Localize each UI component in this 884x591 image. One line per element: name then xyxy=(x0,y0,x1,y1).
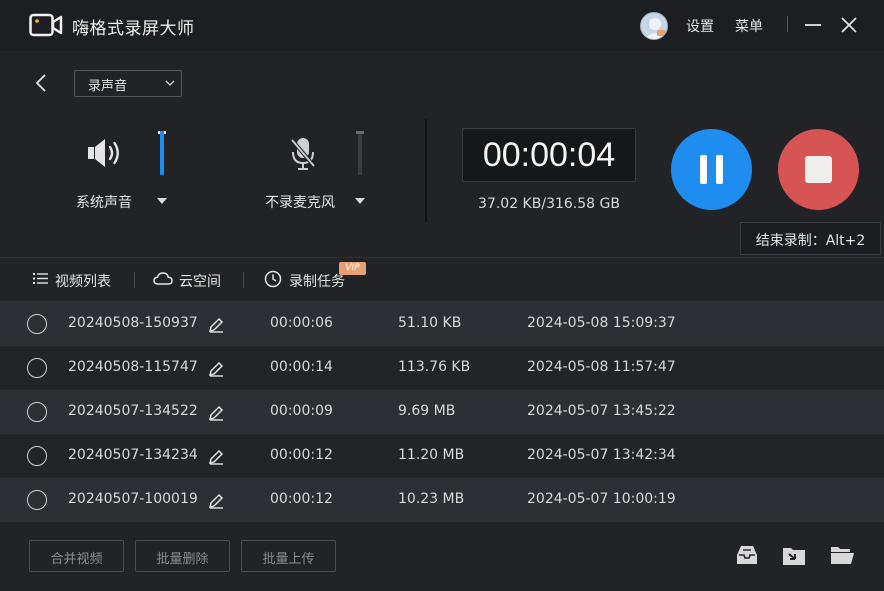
pause-icon-bar-right xyxy=(716,155,723,184)
tab-cloud-space[interactable]: 云空间 xyxy=(153,270,228,290)
speaker-icon[interactable] xyxy=(86,136,126,170)
recording-date: 2024-05-08 11:57:47 xyxy=(527,359,676,375)
edit-pen-icon[interactable] xyxy=(208,405,224,421)
recording-date: 2024-05-08 15:09:37 xyxy=(527,315,676,331)
recording-name: 20240508-115747 xyxy=(68,359,198,375)
recording-size: 113.76 KB xyxy=(398,359,471,375)
close-icon[interactable] xyxy=(838,14,860,36)
title-separator xyxy=(787,16,788,32)
mic-dropdown-icon[interactable] xyxy=(355,198,365,204)
recording-duration: 00:00:06 xyxy=(270,315,333,331)
tab-video-list-label: 视频列表 xyxy=(55,274,111,290)
timer-value: 00:00:04 xyxy=(482,136,616,174)
merge-video-label: 合并视频 xyxy=(50,552,103,567)
minimize-icon[interactable] xyxy=(802,14,824,36)
edit-pen-icon[interactable] xyxy=(208,493,224,509)
batch-delete-button[interactable]: 批量删除 xyxy=(135,540,230,572)
recording-duration: 00:00:14 xyxy=(270,359,333,375)
table-row[interactable]: 20240507-100019 00:00:12 10.23 MB 2024-0… xyxy=(0,478,884,522)
pause-icon-bar-left xyxy=(700,155,707,184)
recording-name: 20240507-100019 xyxy=(68,491,198,507)
row-checkbox[interactable] xyxy=(27,314,47,334)
system-audio-level-fill xyxy=(160,131,164,175)
app-title: 嗨格式录屏大师 xyxy=(72,19,195,39)
chevron-left-icon[interactable] xyxy=(32,72,50,94)
stop-icon xyxy=(805,156,832,183)
timer-display: 00:00:04 xyxy=(462,128,636,182)
tab-separator xyxy=(243,272,244,288)
mic-level-meter xyxy=(356,131,364,175)
video-camera-icon xyxy=(29,13,63,37)
recording-size: 51.10 KB xyxy=(398,315,462,331)
folder-open-icon[interactable] xyxy=(829,542,855,568)
list-icon xyxy=(33,273,48,284)
cloud-icon xyxy=(153,272,173,285)
table-row[interactable]: 20240508-115747 00:00:14 113.76 KB 2024-… xyxy=(0,346,884,390)
system-audio-level-meter xyxy=(158,131,166,175)
tab-bar: 视频列表 云空间 录制任务 VIP xyxy=(0,257,884,302)
menu-link[interactable]: 菜单 xyxy=(735,16,763,36)
avatar[interactable] xyxy=(640,12,668,40)
recording-duration: 00:00:12 xyxy=(270,491,333,507)
system-audio-label: 系统声音 xyxy=(76,195,132,211)
tab-cloud-space-label: 云空间 xyxy=(179,274,221,290)
stop-tooltip-text: 结束录制：Alt+2 xyxy=(755,233,866,249)
edit-pen-icon[interactable] xyxy=(208,361,224,377)
row-checkbox[interactable] xyxy=(27,490,47,510)
system-audio-dropdown-icon[interactable] xyxy=(157,198,167,204)
stop-button[interactable] xyxy=(778,129,859,210)
row-checkbox[interactable] xyxy=(27,402,47,422)
record-mode-select[interactable]: 录声音 xyxy=(74,70,182,97)
inbox-icon[interactable] xyxy=(734,542,760,568)
tab-separator xyxy=(134,272,135,288)
recording-name: 20240507-134522 xyxy=(68,403,198,419)
chevron-down-icon xyxy=(165,80,175,86)
edit-pen-icon[interactable] xyxy=(208,317,224,333)
recording-name: 20240508-150937 xyxy=(68,315,198,331)
record-mode-value: 录声音 xyxy=(88,79,128,94)
vip-badge: VIP xyxy=(339,262,366,275)
row-checkbox[interactable] xyxy=(27,446,47,466)
batch-delete-label: 批量删除 xyxy=(156,552,209,567)
recording-duration: 00:00:09 xyxy=(270,403,333,419)
stop-tooltip: 结束录制：Alt+2 xyxy=(740,222,881,255)
import-icon[interactable] xyxy=(781,542,807,568)
recording-size: 10.23 MB xyxy=(398,491,465,507)
title-bar: 嗨格式录屏大师 设置 菜单 xyxy=(0,0,884,51)
batch-upload-label: 批量上传 xyxy=(262,552,315,567)
recording-size: 9.69 MB xyxy=(398,403,456,419)
recording-name: 20240507-134234 xyxy=(68,447,198,463)
recording-date: 2024-05-07 10:00:19 xyxy=(527,491,676,507)
recording-size: 11.20 MB xyxy=(398,447,465,463)
clock-icon xyxy=(264,270,282,288)
pause-button[interactable] xyxy=(671,129,752,210)
footer-toolbar: 合并视频 批量删除 批量上传 xyxy=(0,522,884,591)
panel-divider xyxy=(425,119,427,222)
batch-upload-button[interactable]: 批量上传 xyxy=(241,540,336,572)
edit-pen-icon[interactable] xyxy=(208,449,224,465)
file-size-readout: 37.02 KB/316.58 GB xyxy=(478,196,620,212)
tab-record-task-label: 录制任务 xyxy=(289,274,345,290)
mic-off-icon[interactable] xyxy=(289,136,317,172)
table-row[interactable]: 20240508-150937 00:00:06 51.10 KB 2024-0… xyxy=(0,302,884,346)
tab-video-list[interactable]: 视频列表 xyxy=(33,270,123,290)
merge-video-button[interactable]: 合并视频 xyxy=(29,540,124,572)
mic-label: 不录麦克风 xyxy=(265,195,335,211)
mic-level-cap xyxy=(356,131,364,134)
table-row[interactable]: 20240507-134234 00:00:12 11.20 MB 2024-0… xyxy=(0,434,884,478)
recording-duration: 00:00:12 xyxy=(270,447,333,463)
row-checkbox[interactable] xyxy=(27,358,47,378)
settings-link[interactable]: 设置 xyxy=(686,16,714,36)
recording-date: 2024-05-07 13:42:34 xyxy=(527,447,676,463)
user-avatar-icon xyxy=(645,18,666,39)
recording-date: 2024-05-07 13:45:22 xyxy=(527,403,676,419)
recording-list: 20240508-150937 00:00:06 51.10 KB 2024-0… xyxy=(0,302,884,522)
table-row[interactable]: 20240507-134522 00:00:09 9.69 MB 2024-05… xyxy=(0,390,884,434)
